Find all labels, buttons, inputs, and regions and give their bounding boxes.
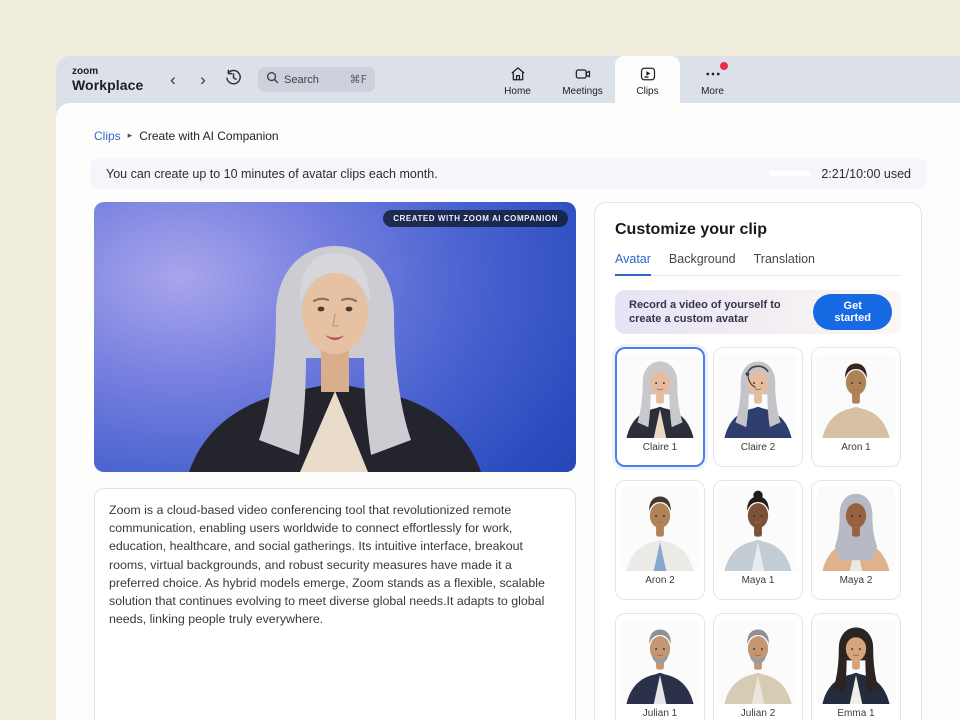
get-started-button[interactable]: Get started	[813, 294, 892, 330]
back-button[interactable]: ‹	[158, 71, 188, 88]
nav-tabs: Home Meetings Clips More	[485, 56, 745, 103]
clips-content: Clips ▸ Create with AI Companion You can…	[56, 103, 960, 720]
avatar-card-maya-1[interactable]: Maya 1	[713, 480, 803, 600]
avatar-name: Claire 2	[741, 442, 775, 453]
usage-meter: 2:21/10:00 used	[769, 167, 911, 181]
breadcrumb-current: Create with AI Companion	[139, 129, 278, 143]
breadcrumb-clips-link[interactable]: Clips	[94, 129, 121, 143]
avatar-card-claire-2[interactable]: Claire 2	[713, 347, 803, 467]
avatar-name: Julian 2	[741, 708, 775, 719]
usage-text: 2:21/10:00 used	[821, 167, 911, 181]
avatar-photo	[621, 487, 699, 571]
tab-label: More	[701, 86, 724, 97]
avatar-video-preview[interactable]: CREATED WITH ZOOM AI COMPANION	[94, 202, 576, 472]
more-ellipsis-icon	[704, 65, 722, 83]
history-clock-icon	[224, 68, 243, 92]
script-text-box[interactable]: Zoom is a cloud-based video conferencing…	[94, 488, 576, 720]
tab-home[interactable]: Home	[485, 56, 550, 103]
avatar-name: Aron 2	[645, 575, 674, 586]
tab-label: Home	[504, 86, 531, 97]
avatar-card-julian-1[interactable]: Julian 1	[615, 613, 705, 720]
tab-more[interactable]: More	[680, 56, 745, 103]
avatar-photo	[719, 620, 797, 704]
zoom-workplace-logo: zoom Workplace	[72, 67, 158, 92]
panel-title: Customize your clip	[615, 221, 901, 239]
clips-play-icon	[639, 65, 657, 83]
custom-avatar-banner-text: Record a video of yourself to create a c…	[629, 298, 813, 327]
panel-tabs: Avatar Background Translation	[615, 252, 901, 276]
home-icon	[509, 65, 527, 83]
usage-progress-bar	[769, 171, 811, 176]
notification-dot	[720, 62, 728, 70]
avatar-name: Maya 2	[840, 575, 873, 586]
avatar-card-maya-2[interactable]: Maya 2	[811, 480, 901, 600]
logo-workplace-text: Workplace	[72, 78, 158, 92]
search-input[interactable]: Search ⌘F	[258, 67, 375, 92]
avatar-photo	[719, 354, 797, 438]
avatar-card-julian-2[interactable]: Julian 2	[713, 613, 803, 720]
avatar-photo	[719, 487, 797, 571]
avatar-card-aron-2[interactable]: Aron 2	[615, 480, 705, 600]
history-button[interactable]	[218, 68, 248, 92]
custom-avatar-banner: Record a video of yourself to create a c…	[615, 290, 901, 334]
panel-tab-avatar[interactable]: Avatar	[615, 252, 651, 276]
tab-clips[interactable]: Clips	[615, 56, 680, 103]
avatar-name: Julian 1	[643, 708, 677, 719]
meetings-camera-icon	[574, 65, 592, 83]
avatar-name: Aron 1	[841, 442, 870, 453]
usage-message: You can create up to 10 minutes of avata…	[106, 167, 438, 181]
avatar-photo	[621, 354, 699, 438]
preview-avatar-illustration	[94, 202, 576, 472]
avatar-card-claire-1[interactable]: Claire 1	[615, 347, 705, 467]
search-icon	[266, 71, 279, 89]
avatar-name: Emma 1	[837, 708, 874, 719]
avatar-photo	[621, 620, 699, 704]
breadcrumb-separator-icon: ▸	[128, 131, 133, 141]
search-shortcut: ⌘F	[350, 73, 367, 86]
avatar-name: Maya 1	[742, 575, 775, 586]
forward-button[interactable]: ›	[188, 71, 218, 88]
logo-zoom-text: zoom	[72, 67, 158, 77]
page: { "window": { "brand": { "logo_top": "zo…	[0, 0, 960, 720]
panel-tab-background[interactable]: Background	[669, 252, 736, 275]
avatar-name: Claire 1	[643, 442, 677, 453]
zoom-workplace-window: zoom Workplace ‹ › Search ⌘F HomeMeet	[56, 56, 960, 720]
avatar-grid: Claire 1 Claire 2 Aron 1 Aron 2 Maya 1 Maya 2…	[615, 347, 901, 720]
avatar-photo	[817, 354, 895, 438]
search-placeholder: Search	[284, 74, 345, 86]
breadcrumb: Clips ▸ Create with AI Companion	[94, 129, 279, 143]
tab-label: Clips	[636, 86, 658, 97]
avatar-photo	[817, 620, 895, 704]
ai-companion-badge: CREATED WITH ZOOM AI COMPANION	[383, 210, 568, 227]
titlebar: zoom Workplace ‹ › Search ⌘F HomeMeet	[56, 56, 960, 103]
customize-panel: Customize your clip Avatar Background Tran…	[594, 202, 922, 720]
tab-label: Meetings	[562, 86, 603, 97]
avatar-card-aron-1[interactable]: Aron 1	[811, 347, 901, 467]
panel-tab-translation[interactable]: Translation	[754, 252, 815, 275]
tab-meetings[interactable]: Meetings	[550, 56, 615, 103]
avatar-photo	[817, 487, 895, 571]
avatar-card-emma-1[interactable]: Emma 1	[811, 613, 901, 720]
usage-banner: You can create up to 10 minutes of avata…	[90, 158, 927, 189]
